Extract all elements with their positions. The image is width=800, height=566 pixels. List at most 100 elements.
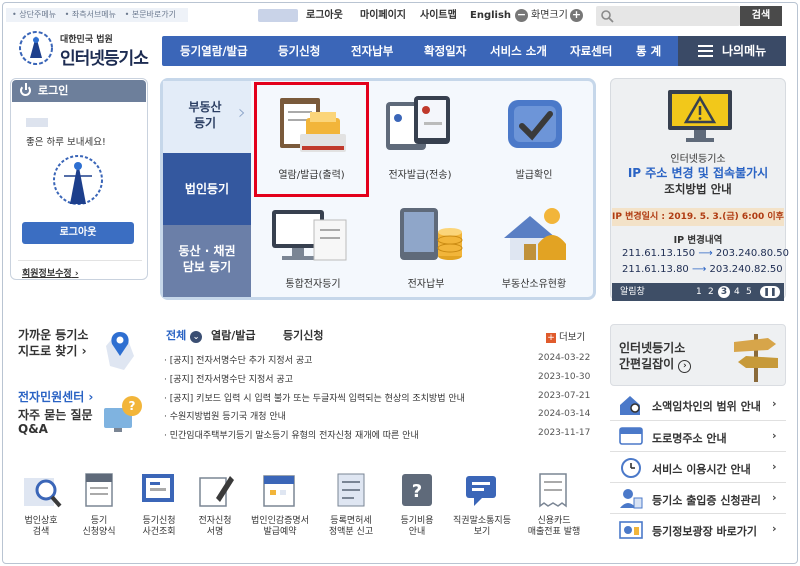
zoom-in-icon[interactable]: + xyxy=(570,9,583,22)
quick-menu-label: 등기정보광장 바로가기 xyxy=(652,525,758,538)
login-header: 로그인 xyxy=(12,80,146,102)
nearby-registry-link[interactable]: 가까운 등기소 지도로 찾기 › xyxy=(18,327,88,359)
forms-document-icon xyxy=(85,473,113,507)
page-5[interactable]: 5 xyxy=(746,283,752,301)
nav-item-service-intro[interactable]: 서비스 소개 xyxy=(490,36,547,66)
more-link[interactable]: + 더보기 xyxy=(546,329,585,343)
service-e-issue[interactable]: 전자발급(전송) xyxy=(370,166,470,181)
page-4[interactable]: 4 xyxy=(734,283,740,301)
logo-title[interactable]: 인터넷등기소 xyxy=(60,44,149,69)
svg-text:?: ? xyxy=(412,481,422,502)
ip-row-2-to: 203.240.82.50 xyxy=(709,264,783,275)
quick-menu-label: 소액임차인의 범위 안내 xyxy=(652,400,761,413)
notice-item[interactable]: · 수원지방법원 등기국 개청 안내 xyxy=(164,409,286,422)
e-issue-tablet-icon xyxy=(386,96,450,150)
nav-item-data-center[interactable]: 자료센터 xyxy=(570,36,612,66)
nav-item-fixed-date[interactable]: 확정일자 xyxy=(424,36,466,66)
svg-text:?: ? xyxy=(129,399,136,413)
service-e-payment[interactable]: 전자납부 xyxy=(376,275,476,290)
search-button[interactable]: 검색 xyxy=(740,6,782,26)
chevron-right-icon: › xyxy=(772,460,777,473)
bottom-link-card-receipt[interactable]: 신용카드 매출전표 발행 xyxy=(518,516,590,538)
tab-all[interactable]: 전체 ⌄ xyxy=(166,327,203,343)
banner-line1: 인터넷등기소 xyxy=(670,154,726,165)
arrow-icon: ⟶ xyxy=(691,264,710,275)
bottom-link-seal-certificate[interactable]: 법인인감증명서 발급예약 xyxy=(238,516,322,538)
service-view-print[interactable]: 열람/발급(출력) xyxy=(254,166,369,181)
service-property-ownership[interactable]: 부동산소유현황 xyxy=(484,275,584,290)
edit-member-info-link[interactable]: 회원정보수정 › xyxy=(22,266,79,279)
service-issue-verify[interactable]: 발급확인 xyxy=(484,166,584,181)
e-civil-center-link[interactable]: 전자민원센터 › xyxy=(18,388,93,405)
logout-button[interactable]: 로그아웃 xyxy=(22,222,134,244)
issue-verify-icon xyxy=(508,100,562,148)
pause-icon[interactable]: ❚❚ xyxy=(760,286,780,298)
tab-registry-apply[interactable]: 등기신청 xyxy=(283,327,323,343)
nav-item-e-payment[interactable]: 전자납부 xyxy=(351,36,393,66)
bottom-link-forms[interactable]: 등기 신청양식 xyxy=(66,516,132,538)
page-1[interactable]: 1 xyxy=(696,283,702,301)
bottom-link-ex-officio-notice[interactable]: 직권말소통지등 보기 xyxy=(442,516,522,538)
skip-link-left-menu[interactable]: • 좌측서브메뉴 xyxy=(65,10,116,19)
edit-member-info-label: 회원정보수정 xyxy=(22,269,72,279)
zoom-label: 화면크기 xyxy=(531,10,568,21)
tax-report-icon xyxy=(337,473,365,507)
nearby-line1: 가까운 등기소 xyxy=(18,328,89,342)
notice-item[interactable]: · 민간임대주택부기등기 말소등기 유형의 전자신청 재개에 따른 안내 xyxy=(164,428,419,441)
ip-row-1: 211.61.13.150 ⟶ 203.240.80.50 xyxy=(622,248,789,259)
skip-link-content[interactable]: • 본문바로가기 xyxy=(125,10,176,19)
logout-link[interactable]: 로그아웃 xyxy=(306,8,343,24)
more-label: 더보기 xyxy=(559,332,586,343)
map-pin-icon xyxy=(106,332,134,370)
faq-line1: 자주 묻는 질문 xyxy=(18,408,93,422)
login-divider xyxy=(18,260,142,261)
court-logo-icon xyxy=(19,31,53,65)
my-menu-button[interactable]: 나의메뉴 xyxy=(678,36,786,66)
house-search-icon xyxy=(620,396,640,415)
arrow-icon: ⟶ xyxy=(698,248,716,259)
banner-line3: 조치방법 안내 xyxy=(664,182,732,196)
nav-item-stats[interactable]: 통 계 xyxy=(636,36,661,66)
chevron-right-icon: › xyxy=(772,522,777,535)
category-movables-line1: 동산 · 채권 xyxy=(178,244,236,258)
hamburger-icon-mid xyxy=(698,50,713,52)
alert-bar: 알림창 1 2 3 4 5 ❚❚ xyxy=(612,283,784,301)
ip-row-1-from: 211.61.13.150 xyxy=(622,248,696,259)
zoom-out-icon[interactable]: − xyxy=(515,9,528,22)
chart-board-icon xyxy=(619,521,643,539)
nav-item-registry-apply[interactable]: 등기신청 xyxy=(278,36,320,66)
id-badge-icon xyxy=(620,489,643,509)
sitemap-link[interactable]: 사이트맵 xyxy=(420,8,457,24)
banner-line2: IP 주소 변경 및 접속불가시 xyxy=(627,166,769,180)
english-link[interactable]: English xyxy=(470,8,511,24)
tab-view-issue[interactable]: 열람/발급 xyxy=(211,327,256,343)
mypage-link[interactable]: 마이페이지 xyxy=(360,8,406,24)
bottom-link-license-tax[interactable]: 등록면허세 정액분 신고 xyxy=(316,516,386,538)
service-integrated-e-registry[interactable]: 통합전자등기 xyxy=(258,275,368,290)
plus-icon: + xyxy=(546,333,556,343)
search-input[interactable] xyxy=(596,6,740,26)
notice-item[interactable]: · [공지] 키보드 입력 시 입력 불가 또는 두글자씩 입력되는 현상의 조… xyxy=(164,391,465,404)
faq-monitor-icon: ? xyxy=(104,396,142,432)
alarm-clock-icon xyxy=(621,458,641,478)
category-realestate-line1: 부동산 xyxy=(188,100,222,114)
cost-help-icon: ? xyxy=(402,474,432,506)
property-ownership-icon xyxy=(504,208,566,260)
notice-item[interactable]: · [공지] 전자서명수단 추가 지정서 공고 xyxy=(164,353,312,366)
nav-item-registry-view[interactable]: 등기열람/발급 xyxy=(180,36,248,66)
road-address-sign-icon xyxy=(619,427,643,445)
category-realestate-line2: 등기 xyxy=(193,116,217,130)
page-2[interactable]: 2 xyxy=(708,283,714,301)
court-emblem-icon xyxy=(53,155,103,205)
skip-link-top-menu[interactable]: • 상단주메뉴 xyxy=(12,10,56,19)
notice-date: 2023-07-21 xyxy=(538,391,591,401)
user-name-masked xyxy=(258,9,298,22)
bottom-link-registry-cost[interactable]: 등기비용 안내 xyxy=(386,516,448,538)
page-3[interactable]: 3 xyxy=(718,286,730,298)
alert-label: 알림창 xyxy=(620,287,645,297)
warning-monitor-icon xyxy=(668,90,732,142)
notice-item[interactable]: · [공지] 전자서명수단 지정서 공고 xyxy=(164,372,293,385)
skip-links: • 상단주메뉴 • 좌측서브메뉴 • 본문바로가기 xyxy=(6,8,188,22)
signpost-icon xyxy=(734,334,778,382)
faq-link[interactable]: 자주 묻는 질문 Q&A xyxy=(18,408,93,436)
